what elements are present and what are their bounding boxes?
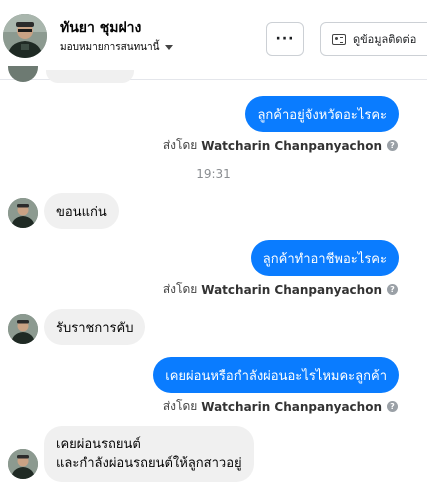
avatar[interactable]	[8, 449, 38, 479]
chevron-down-icon	[165, 45, 174, 50]
message-bubble-incoming	[46, 70, 134, 83]
assign-label: มอบหมายการสนทนานี้	[60, 42, 160, 53]
message-bubble-incoming: ขอนแก่น	[44, 193, 119, 229]
sent-by-prefix: ส่งโดย	[162, 282, 198, 296]
contact-card-icon	[332, 33, 346, 45]
view-contact-info-label: ดูข้อมูลติดต่อ	[353, 33, 417, 46]
sender-name: Watcharin Chanpanyachon	[201, 138, 382, 153]
avatar[interactable]	[8, 198, 38, 228]
assign-conversation-dropdown[interactable]: มอบหมายการสนทนานี้	[60, 40, 174, 55]
avatar[interactable]	[8, 314, 38, 344]
message-bubble-outgoing: เคยผ่อนหรือกำลังผ่อนอะไรไหมคะลูกค้า	[153, 357, 399, 393]
message-line: และกำลังผ่อนรถยนต์ให้ลูกสาวอยู่	[56, 456, 242, 471]
more-options-button[interactable]: ···	[266, 22, 304, 56]
sent-by-line: ส่งโดย Watcharin Chanpanyachon ?	[163, 280, 398, 299]
sent-by-prefix: ส่งโดย	[162, 138, 198, 152]
message-bubble-incoming: รับราชการคับ	[44, 309, 146, 345]
help-icon[interactable]: ?	[387, 140, 398, 151]
message-bubble-outgoing: ลูกค้าอยู่จังหวัดอะไรคะ	[245, 96, 399, 132]
view-contact-info-button[interactable]: ดูข้อมูลติดต่อ	[320, 22, 427, 56]
sender-name: Watcharin Chanpanyachon	[201, 399, 382, 414]
help-icon[interactable]: ?	[387, 401, 398, 412]
sent-by-prefix: ส่งโดย	[162, 399, 198, 413]
contact-name[interactable]: ทันยา ชุมฝาง	[60, 17, 141, 39]
conversation-header: ทันยา ชุมฝาง มอบหมายการสนทนานี้ ··· ดูข้…	[0, 0, 427, 80]
message-line: เคยผ่อนรถยนต์	[56, 437, 141, 452]
message-timestamp: 19:31	[196, 167, 231, 181]
message-bubble-incoming: เคยผ่อนรถยนต์ และกำลังผ่อนรถยนต์ให้ลูกสา…	[44, 426, 254, 482]
message-bubble-outgoing: ลูกค้าทำอาชีพอะไรคะ	[250, 240, 399, 276]
sent-by-line: ส่งโดย Watcharin Chanpanyachon ?	[163, 397, 398, 416]
sender-name: Watcharin Chanpanyachon	[201, 282, 382, 297]
help-icon[interactable]: ?	[387, 284, 398, 295]
sent-by-line: ส่งโดย Watcharin Chanpanyachon ?	[163, 136, 398, 155]
contact-avatar[interactable]	[3, 14, 47, 58]
